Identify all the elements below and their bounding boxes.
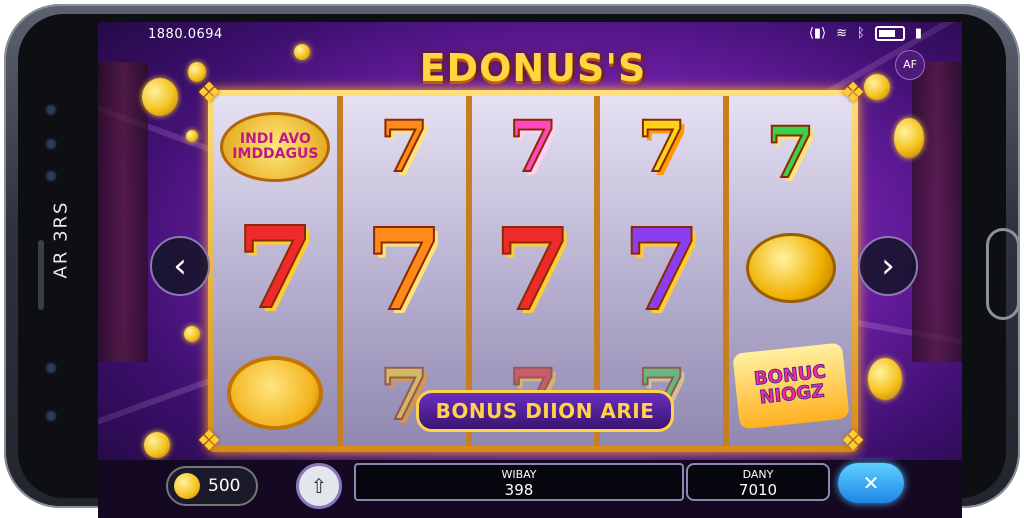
seven-symbol: 7 [379, 105, 430, 189]
game-screen: 1880.0694 ⟨▮⟩ ≋ ᛒ ▮ EDONUS'S IIAREAA AF [98, 22, 962, 518]
x-icon: ✕ [862, 471, 880, 495]
seven-symbol: 7 [508, 105, 559, 189]
bet-value: 7010 [738, 481, 778, 499]
seven-symbol: 7 [364, 204, 444, 336]
upgrade-button[interactable]: ⇧ [296, 463, 342, 509]
frame-ornament: ❖ [196, 424, 222, 457]
win-display: WIBAY 398 [354, 463, 684, 501]
sensor-dot [47, 106, 55, 114]
coin-decoration [868, 358, 902, 400]
spin-button[interactable]: ✕ [838, 463, 904, 503]
vibrate-icon: ⟨▮⟩ [808, 26, 827, 41]
seven-symbol: 7 [493, 204, 573, 336]
sensor-dot [47, 364, 55, 372]
balance-value: 500 [208, 476, 241, 496]
speaker-grille [38, 240, 44, 310]
status-icons: ⟨▮⟩ ≋ ᛒ ▮ [809, 26, 922, 41]
seven-symbol: 7 [622, 204, 702, 336]
bet-label: DANY [742, 468, 774, 481]
bonus-badge-symbol: INDI AVO IMDDAGUS [220, 111, 331, 182]
seven-symbol: 7 [235, 202, 315, 334]
next-arrow-button[interactable]: › [858, 236, 918, 296]
coin-decoration [144, 432, 170, 458]
curtain-left [98, 62, 148, 362]
phone-frame: AR 3RS 1880.0694 ⟨▮⟩ ≋ ᛒ ▮ EDONUS'S AF I… [4, 4, 1020, 518]
device-side-label: AR 3RS [50, 200, 72, 279]
home-button[interactable] [986, 228, 1020, 320]
status-time: 1880.0694 [148, 27, 223, 42]
frame-ornament: ❖ [840, 424, 866, 457]
coin-decoration [294, 44, 310, 60]
sensor-dot [47, 172, 55, 180]
sensor-dot [47, 412, 55, 420]
coin-decoration [142, 78, 178, 116]
coin-decoration [186, 130, 198, 142]
disk-symbol [227, 356, 324, 431]
status-bar: 1880.0694 ⟨▮⟩ ≋ ᛒ ▮ [98, 22, 962, 48]
signal-icon: ▮ [914, 26, 922, 41]
win-label: WIBAY [501, 468, 537, 481]
sensor-dot [47, 140, 55, 148]
coin-decoration [184, 326, 200, 342]
frame-ornament: ❖ [196, 76, 222, 109]
seven-symbol: 7 [636, 105, 687, 189]
bonus-badge-symbol: BONUC NIOGZ [731, 342, 850, 430]
phone-bezel: AR 3RS 1880.0694 ⟨▮⟩ ≋ ᛒ ▮ EDONUS'S AF I… [18, 14, 1020, 518]
bluetooth-icon: ᛒ [857, 26, 865, 41]
reel-1: INDI AVO IMDDAGUS 7 [214, 96, 337, 446]
bonus-banner[interactable]: BONUS DIION ARIE [416, 390, 674, 432]
reel-5: 7 BONUC NIOGZ [729, 96, 852, 446]
coin-icon [174, 473, 200, 499]
seven-symbol: 7 [765, 111, 816, 195]
bet-display[interactable]: DANY 7010 [686, 463, 830, 501]
wifi-icon: ≋ [836, 26, 848, 41]
coin-decoration [894, 118, 924, 158]
gold-coin-symbol [745, 232, 836, 303]
frame-ornament: ❖ [840, 76, 866, 109]
curtain-right [912, 62, 962, 362]
balance-display: 500 [166, 466, 258, 506]
previous-arrow-button[interactable]: ‹ [150, 236, 210, 296]
win-value: 398 [504, 481, 534, 499]
battery-icon [874, 26, 905, 41]
settings-button[interactable]: AF [895, 50, 925, 80]
